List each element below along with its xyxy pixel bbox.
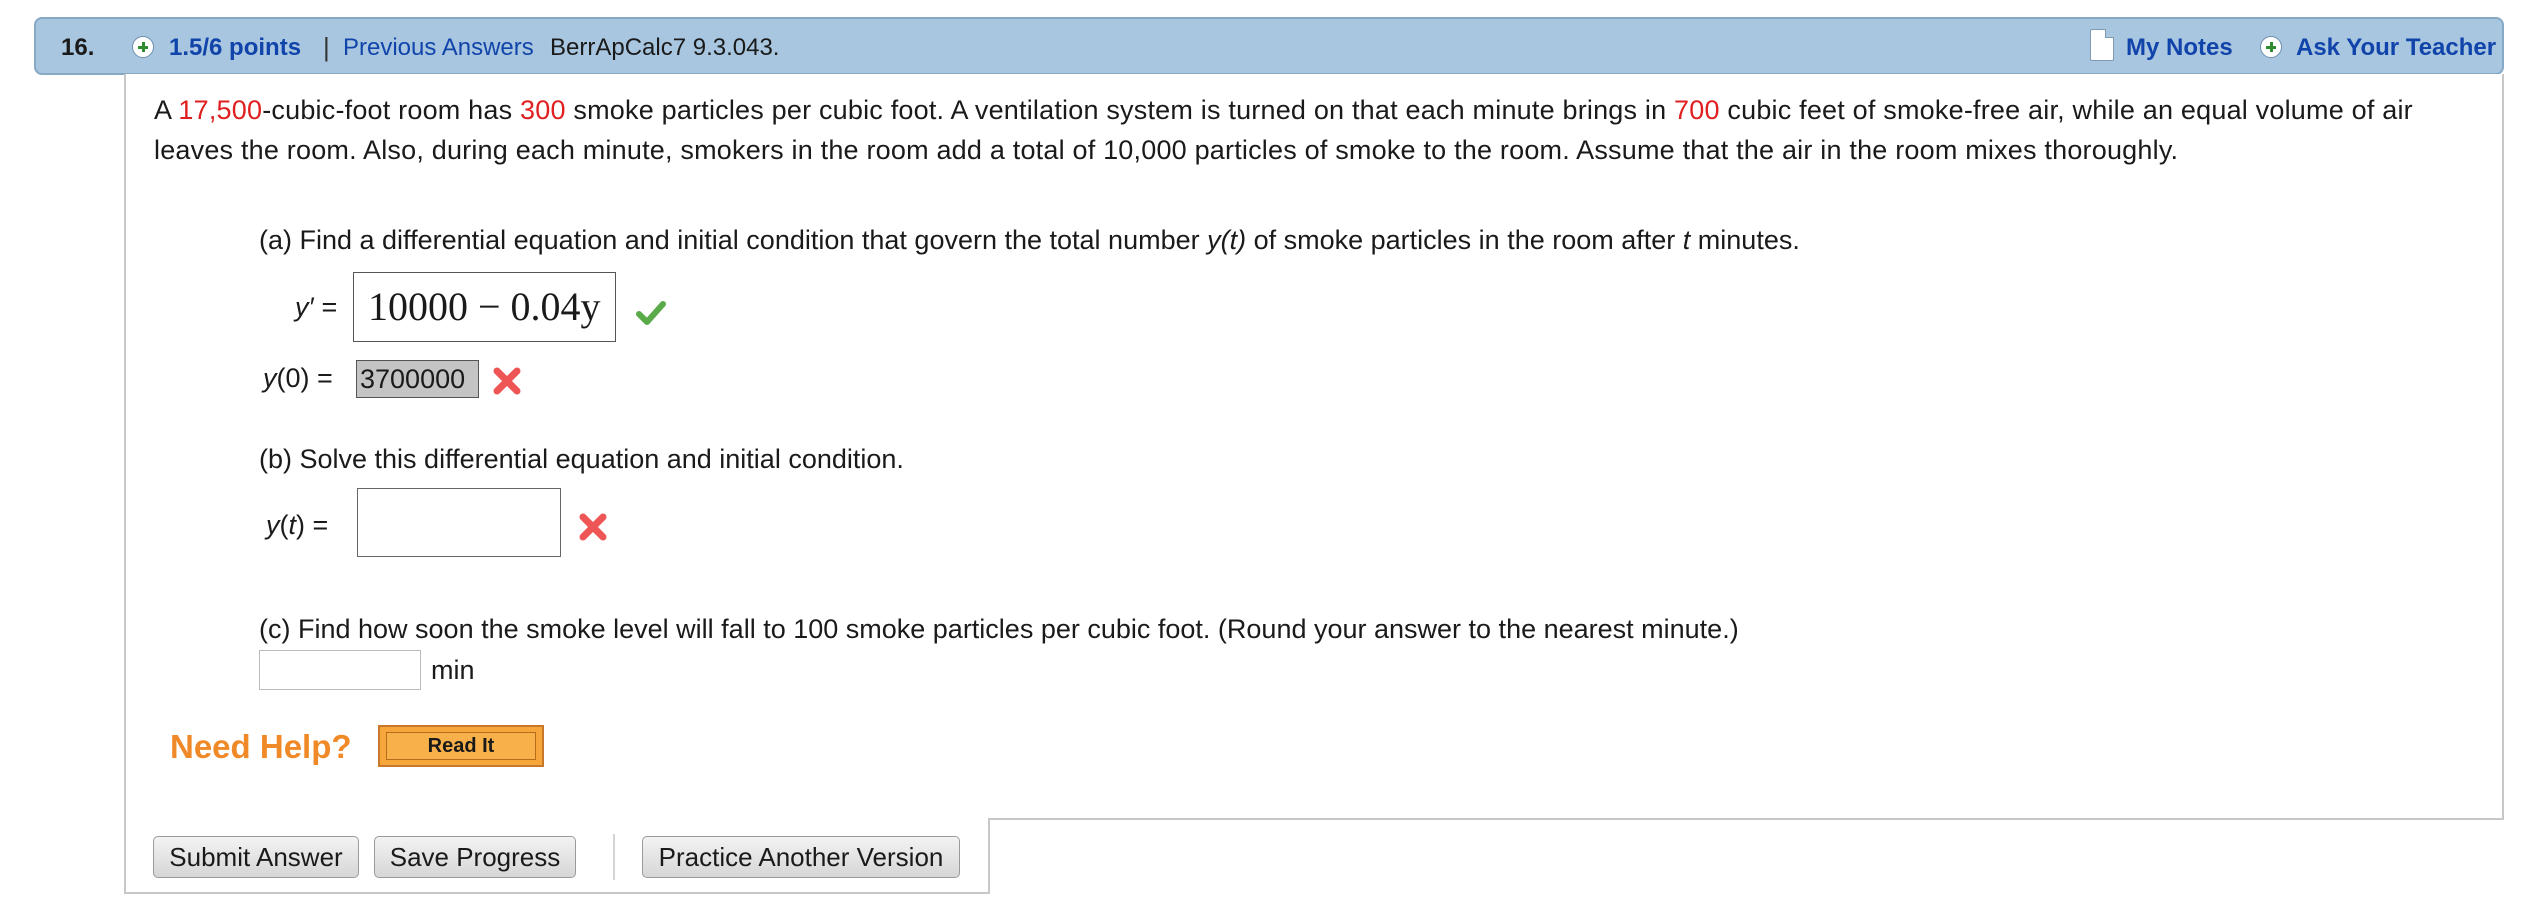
practice-another-version-button[interactable]: Practice Another Version <box>642 836 960 878</box>
header-separator: | <box>323 32 330 62</box>
read-it-button[interactable]: Read It <box>378 725 544 767</box>
yprime-answer: 10000 − 0.04y <box>368 284 601 329</box>
note-icon[interactable] <box>2090 29 2114 61</box>
yt-label: y(t) = <box>266 510 329 540</box>
question-header: 16. 1.5/6 points | Previous Answers Berr… <box>34 17 2504 75</box>
submit-answer-button[interactable]: Submit Answer <box>153 836 359 878</box>
minutes-unit: min <box>431 655 475 685</box>
checkmark-icon <box>636 301 666 325</box>
problem-reference: BerrApCalc7 9.3.043. <box>550 34 780 61</box>
part-c-input[interactable] <box>259 650 421 690</box>
yprime-input[interactable]: 10000 − 0.04y <box>353 272 616 342</box>
ventilation-rate-value: 700 <box>1674 95 1720 125</box>
y0-input[interactable]: 3700000 <box>356 360 479 398</box>
x-mark-icon <box>493 367 521 395</box>
my-notes-link[interactable]: My Notes <box>2126 34 2233 62</box>
save-progress-button[interactable]: Save Progress <box>374 836 576 878</box>
yt-input[interactable] <box>357 488 561 557</box>
question-number: 16. <box>61 34 95 61</box>
plus-circle-icon[interactable] <box>2260 36 2282 58</box>
yprime-label: y′ = <box>295 292 337 322</box>
problem-statement: A 17,500-cubic-foot room has 300 smoke p… <box>154 95 2413 165</box>
part-a-prompt: (a) Find a differential equation and ini… <box>259 225 1800 255</box>
y0-label: y(0) = <box>263 363 333 393</box>
x-mark-icon <box>579 513 607 541</box>
read-it-label: Read It <box>386 732 536 760</box>
room-volume-value: 17,500 <box>178 95 263 125</box>
part-b-prompt: (b) Solve this differential equation and… <box>259 444 904 474</box>
points-link[interactable]: 1.5/6 points <box>169 34 301 62</box>
ask-teacher-link[interactable]: Ask Your Teacher <box>2296 34 2496 62</box>
need-help-label: Need Help? <box>170 728 352 765</box>
plus-circle-icon[interactable] <box>132 36 154 58</box>
part-c-prompt: (c) Find how soon the smoke level will f… <box>259 614 1739 644</box>
particle-density-value: 300 <box>520 95 566 125</box>
button-divider <box>613 834 615 880</box>
previous-answers-link[interactable]: Previous Answers <box>343 34 534 62</box>
